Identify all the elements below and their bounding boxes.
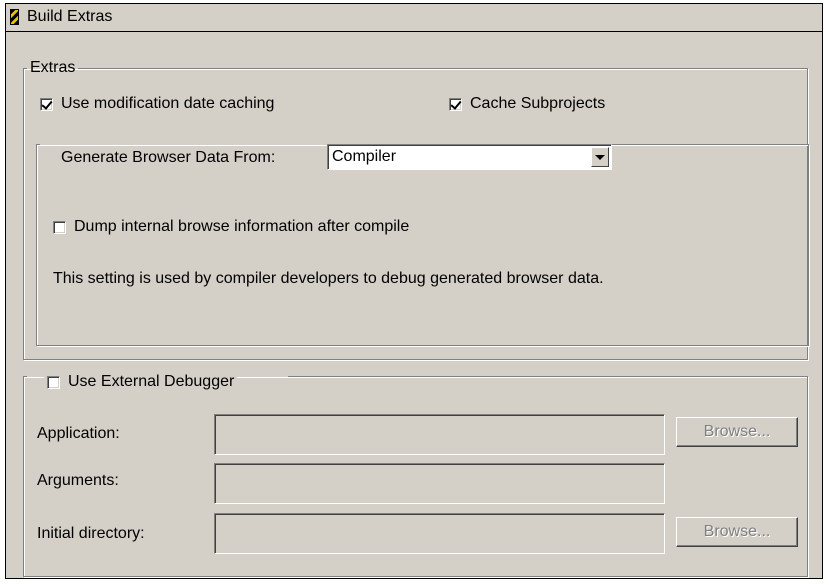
cache-subprojects-checkbox[interactable]: Cache Subprojects [449,95,605,113]
initial-directory-field[interactable] [214,513,665,554]
extras-legend: Extras [30,59,76,76]
arguments-field[interactable] [214,463,665,504]
browser-data-value: Compiler [332,148,397,165]
application-browse-button[interactable]: Browse... [676,417,798,447]
initial-directory-browse-button[interactable]: Browse... [676,517,798,547]
checkbox-box[interactable] [40,97,53,111]
checkbox-label: Use modification date caching [61,95,275,112]
initial-directory-label: Initial directory: [37,525,145,542]
application-label: Application: [37,425,120,442]
checkbox-label: Use External Debugger [68,373,235,390]
checkbox-label: Cache Subprojects [470,95,606,112]
checkbox-label: Dump internal browse information after c… [74,218,410,235]
chevron-down-icon[interactable] [591,147,609,167]
browser-data-group [36,144,809,346]
application-field[interactable] [214,414,665,455]
browser-data-select[interactable]: Compiler [327,144,612,170]
browser-data-label: Generate Browser Data From: [59,149,278,167]
use-external-debugger-checkbox[interactable]: Use External Debugger [44,373,238,391]
browser-data-note: This setting is used by compiler develop… [53,270,604,287]
checkbox-box[interactable] [47,375,60,389]
use-modification-date-caching-checkbox[interactable]: Use modification date caching [40,95,274,113]
panel-title: Build Extras [27,8,113,25]
build-extras-panel: Build Extras Extras Use modification dat… [5,3,823,579]
checkbox-box[interactable] [53,220,66,234]
dump-browse-info-checkbox[interactable]: Dump internal browse information after c… [53,218,409,236]
arguments-label: Arguments: [37,472,119,489]
build-extras-icon [10,9,19,25]
title-bar: Build Extras [6,4,822,32]
checkbox-box[interactable] [449,97,462,111]
